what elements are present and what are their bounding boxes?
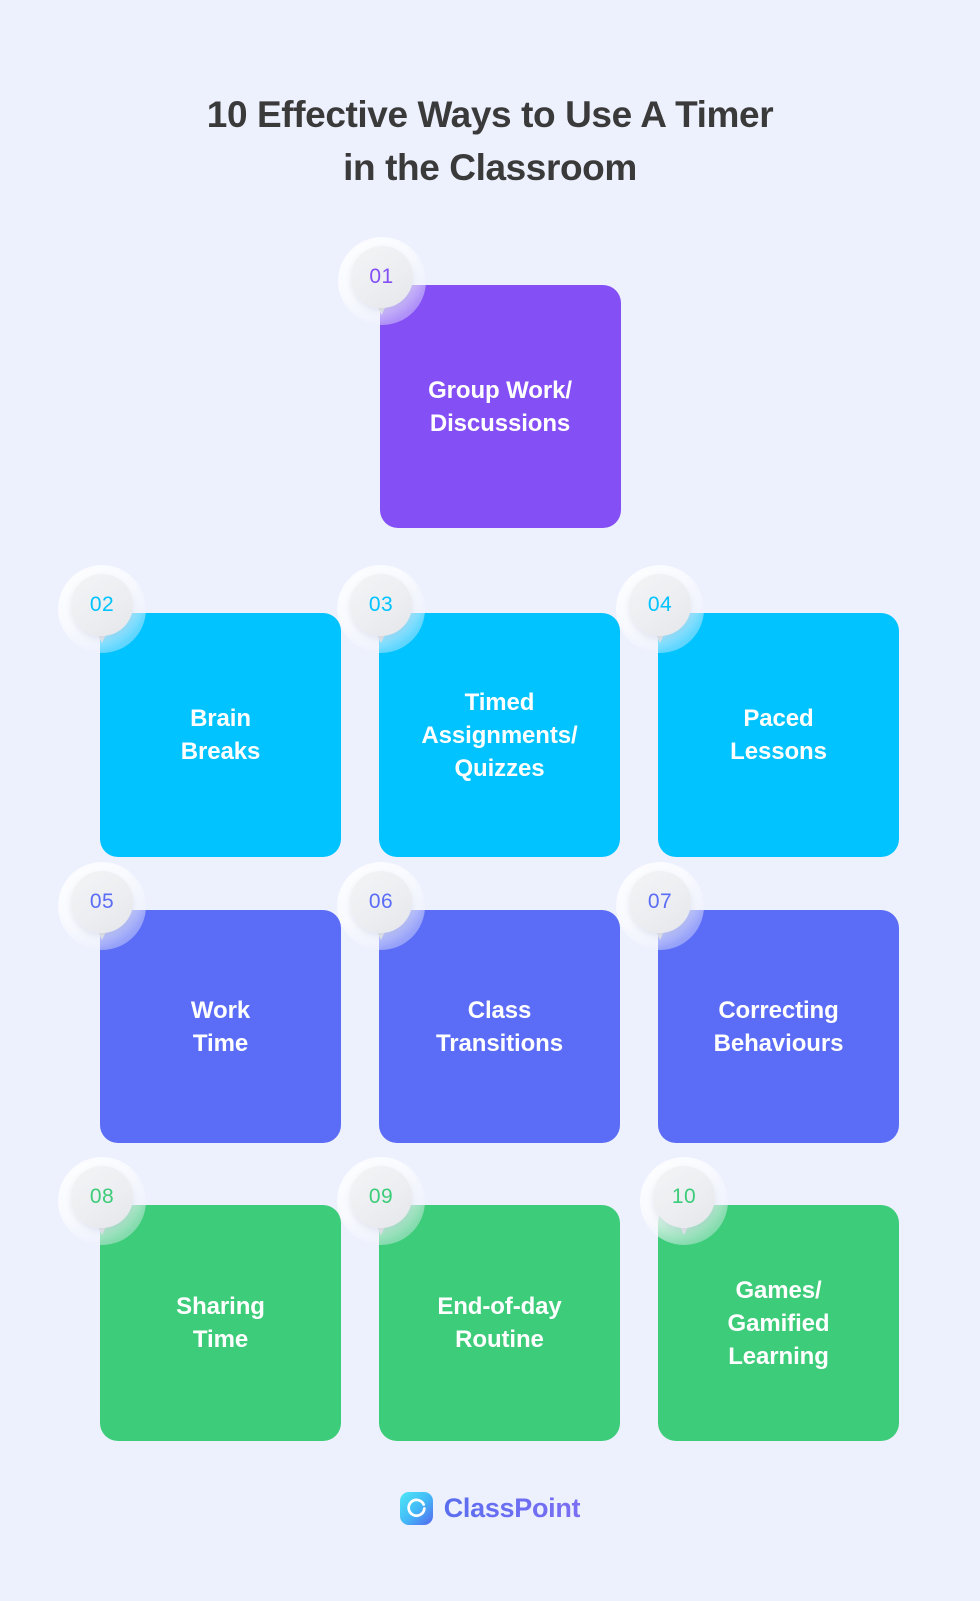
card-wrapper-03: 03 Timed Assignments/ Quizzes — [337, 565, 620, 857]
badge-number-08: 08 — [89, 1185, 115, 1208]
badge-number-05: 05 — [89, 890, 115, 913]
badge-number-02: 02 — [89, 593, 115, 616]
page-title: 10 Effective Ways to Use A Timer in the … — [0, 88, 980, 194]
card-wrapper-10: 10 Games/ Gamified Learning — [640, 1157, 899, 1441]
badge-10: 10 — [640, 1157, 728, 1245]
card-label-08: Sharing Time — [176, 1293, 265, 1353]
card-wrapper-01: 01 Group Work/ Discussions — [337, 237, 621, 528]
card-label-05: Work Time — [190, 996, 251, 1057]
badge-inner-circle: 03 — [350, 574, 412, 636]
badge-inner-circle: 07 — [629, 871, 691, 933]
badge-06: 06 — [337, 862, 425, 950]
badge-number-06: 06 — [368, 890, 394, 913]
infographic-page: 10 Effective Ways to Use A Timer in the … — [0, 0, 980, 1601]
badge-number-10: 10 — [671, 1185, 697, 1208]
badge-03: 03 — [337, 565, 425, 653]
badge-inner-circle: 06 — [350, 871, 412, 933]
card-label-10: Games/ Gamified Learning — [727, 1276, 830, 1370]
badge-inner-circle: 02 — [71, 574, 133, 636]
badge-02: 02 — [58, 565, 146, 653]
footer-brand: ClassPoint — [0, 1492, 980, 1525]
badge-number-04: 04 — [647, 593, 673, 616]
page-title-line-1: 10 Effective Ways to Use A Timer — [206, 94, 774, 135]
badge-05: 05 — [58, 862, 146, 950]
card-row-3: 05 Work Time 06 Class Transitions 07 Cor… — [58, 862, 900, 1143]
card-label-09: End-of-day Routine — [437, 1293, 562, 1353]
card-wrapper-06: 06 Class Transitions — [337, 862, 620, 1143]
card-label-02: Brain Breaks — [180, 705, 261, 765]
badge-number-01: 01 — [369, 265, 394, 288]
badge-number-03: 03 — [368, 593, 394, 616]
card-label-07: Correcting Behaviours — [713, 996, 844, 1057]
card-row-1: 01 Group Work/ Discussions — [100, 237, 900, 528]
card-wrapper-08: 08 Sharing Time — [58, 1157, 341, 1441]
badge-inner-circle: 09 — [350, 1166, 412, 1228]
badge-number-07: 07 — [647, 890, 673, 913]
cards-grid: 01 Group Work/ Discussions 02 Brain Brea… — [58, 237, 900, 1441]
badge-04: 04 — [616, 565, 704, 653]
classpoint-c-icon — [399, 1492, 433, 1525]
classpoint-wordmark: ClassPoint — [443, 1493, 581, 1523]
badge-inner-circle: 05 — [71, 871, 133, 933]
card-wrapper-04: 04 Paced Lessons — [616, 565, 899, 857]
badge-09: 09 — [337, 1157, 425, 1245]
page-title-line-2: in the Classroom — [343, 147, 637, 188]
card-label-04: Paced Lessons — [730, 705, 827, 765]
badge-inner-circle: 08 — [71, 1166, 133, 1228]
badge-inner-circle: 10 — [653, 1166, 715, 1228]
card-label-03: Timed Assignments/ Quizzes — [421, 688, 578, 782]
badge-07: 07 — [616, 862, 704, 950]
card-label-06: Class Transitions — [436, 996, 563, 1057]
badge-inner-circle: 01 — [350, 246, 413, 308]
card-wrapper-07: 07 Correcting Behaviours — [616, 862, 899, 1143]
card-wrapper-09: 09 End-of-day Routine — [337, 1157, 620, 1441]
badge-number-09: 09 — [368, 1185, 394, 1208]
badge-inner-circle: 04 — [629, 574, 691, 636]
card-label-01: Group Work/ Discussions — [428, 376, 572, 437]
card-row-2: 02 Brain Breaks 03 Timed Assignments/ Qu… — [58, 565, 900, 857]
badge-01: 01 — [337, 237, 426, 325]
card-wrapper-05: 05 Work Time — [58, 862, 341, 1143]
badge-08: 08 — [58, 1157, 146, 1245]
card-wrapper-02: 02 Brain Breaks — [58, 565, 341, 857]
card-row-4: 08 Sharing Time 09 End-of-day Routine 10… — [58, 1157, 900, 1441]
